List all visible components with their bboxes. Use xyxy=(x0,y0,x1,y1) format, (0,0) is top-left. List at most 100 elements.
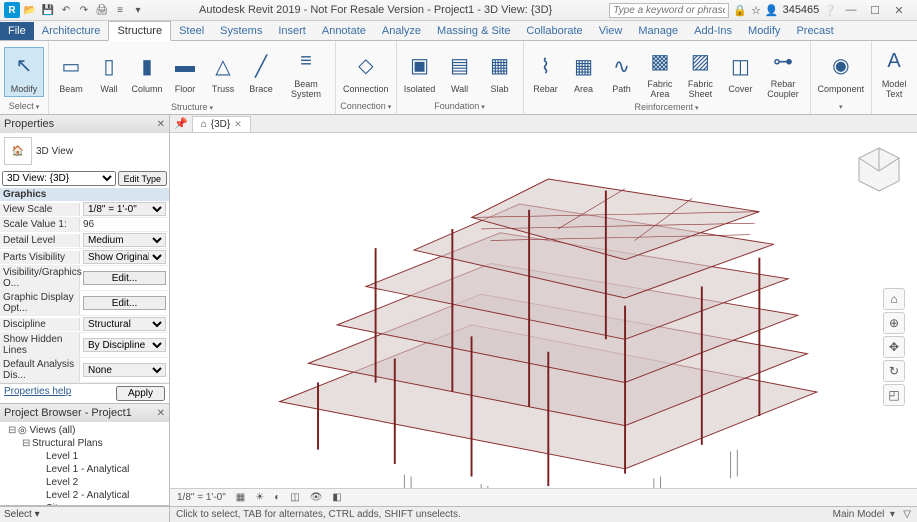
print-icon[interactable]: 🖨 xyxy=(94,2,110,18)
properties-help-link[interactable]: Properties help xyxy=(4,386,71,401)
tree-item-level-2-analytical[interactable]: Level 2 - Analytical xyxy=(0,489,169,502)
redo-icon[interactable]: ↷ xyxy=(76,2,92,18)
tab-collaborate[interactable]: Collaborate xyxy=(518,22,590,40)
rebar-button[interactable]: ⌇Rebar xyxy=(528,48,564,96)
nav-tool[interactable]: ◰ xyxy=(883,384,905,406)
group-label[interactable]: Select xyxy=(4,100,44,112)
tab-view[interactable]: View xyxy=(591,22,631,40)
beam-system-button[interactable]: ≡Beam System xyxy=(281,43,331,101)
nav-tool[interactable]: ⌂ xyxy=(883,288,905,310)
prop-select[interactable]: Structural xyxy=(83,317,166,331)
tree-item-level-2[interactable]: Level 2 xyxy=(0,476,169,489)
tab-steel[interactable]: Steel xyxy=(171,22,212,40)
wall-button[interactable]: ▯Wall xyxy=(91,48,127,96)
undo-icon[interactable]: ↶ xyxy=(58,2,74,18)
prop-select[interactable]: 1/8" = 1'-0" xyxy=(83,202,166,216)
connection-button[interactable]: ◇Connection xyxy=(340,48,392,96)
pin-icon[interactable]: 📌 xyxy=(170,117,192,130)
save-icon[interactable]: 💾 xyxy=(40,2,56,18)
model-graphics-icon[interactable]: ▦ xyxy=(233,492,248,503)
user-icon[interactable]: 👤 xyxy=(765,4,779,17)
rebar-coupler-button[interactable]: ⊶Rebar Coupler xyxy=(760,43,805,101)
tree-twisty-icon[interactable]: ⊟ xyxy=(22,438,32,449)
tab-precast[interactable]: Precast xyxy=(788,22,841,40)
apply-button[interactable]: Apply xyxy=(116,386,165,401)
tab-manage[interactable]: Manage xyxy=(630,22,686,40)
close-tab-icon[interactable]: ✕ xyxy=(234,119,242,130)
brace-button[interactable]: ╱Brace xyxy=(243,48,279,96)
tree-item-site[interactable]: Site xyxy=(0,502,169,505)
group-label[interactable]: Foundation xyxy=(401,100,519,112)
path-button[interactable]: ∿Path xyxy=(604,48,640,96)
help-icon[interactable]: ❔ xyxy=(823,4,837,17)
slab-button[interactable]: ▦Slab xyxy=(481,48,519,96)
close-icon[interactable]: ✕ xyxy=(157,119,165,130)
view-cube[interactable] xyxy=(852,143,907,198)
worksets-dropdown[interactable]: Main Model xyxy=(833,509,885,520)
info-center-icon[interactable]: 🔒 xyxy=(733,4,747,17)
revit-logo-icon[interactable]: R xyxy=(4,2,20,18)
select-pulldown[interactable]: Select ▾ xyxy=(0,506,170,522)
prop-edit-button[interactable]: Edit... xyxy=(83,296,166,310)
prop-select[interactable]: Show Original xyxy=(83,250,166,264)
group-label[interactable]: Reinforcement xyxy=(528,101,806,113)
tab-annotate[interactable]: Annotate xyxy=(314,22,374,40)
group-label[interactable]: Connection xyxy=(340,100,392,112)
group-label[interactable]: Model xyxy=(876,101,917,113)
view-tab-3d[interactable]: ⌂ {3D} ✕ xyxy=(192,116,251,132)
tree-twisty-icon[interactable]: ⊟ xyxy=(8,425,18,436)
model-text-button[interactable]: AModel Text xyxy=(876,43,912,101)
reveal-icon[interactable]: ◧ xyxy=(329,492,344,503)
close-button[interactable]: ✕ xyxy=(889,3,909,18)
type-selector[interactable]: 🏠 3D View xyxy=(0,133,169,169)
tab-architecture[interactable]: Architecture xyxy=(34,22,109,40)
edit-type-button[interactable]: Edit Type xyxy=(118,171,167,186)
tab-massing-site[interactable]: Massing & Site xyxy=(429,22,518,40)
truss-button[interactable]: △Truss xyxy=(205,48,241,96)
tab-file[interactable]: File xyxy=(0,22,34,40)
isolated-button[interactable]: ▣Isolated xyxy=(401,48,439,96)
prop-select[interactable]: Medium xyxy=(83,233,166,247)
prop-select[interactable]: None xyxy=(83,363,166,377)
fabric-sheet-button[interactable]: ▨Fabric Sheet xyxy=(680,43,720,101)
tab-add-ins[interactable]: Add-Ins xyxy=(686,22,740,40)
component-button[interactable]: ◉Component xyxy=(815,48,868,96)
tab-systems[interactable]: Systems xyxy=(212,22,270,40)
nav-tool[interactable]: ⊕ xyxy=(883,312,905,334)
3d-canvas[interactable]: ⌂⊕✥↻◰ xyxy=(170,133,917,488)
modify-button[interactable]: ↖Modify xyxy=(4,47,44,97)
crop-icon[interactable]: ◫ xyxy=(287,492,302,503)
floor-button[interactable]: ▬Floor xyxy=(167,48,203,96)
group-label[interactable] xyxy=(815,100,868,112)
prop-select[interactable]: By Discipline xyxy=(83,338,166,352)
cover-button[interactable]: ◫Cover xyxy=(722,48,758,96)
nav-tool[interactable]: ↻ xyxy=(883,360,905,382)
tab-insert[interactable]: Insert xyxy=(270,22,314,40)
tree-item-level-1[interactable]: Level 1 xyxy=(0,450,169,463)
sun-path-icon[interactable]: ☀ xyxy=(252,492,267,503)
fabric-area-button[interactable]: ▩Fabric Area xyxy=(642,43,679,101)
shadow-icon[interactable]: ◐ xyxy=(271,492,283,503)
wall-button[interactable]: ▤Wall xyxy=(441,48,479,96)
nav-tool[interactable]: ✥ xyxy=(883,336,905,358)
project-browser-header[interactable]: Project Browser - Project1 ✕ xyxy=(0,404,169,422)
search-input[interactable] xyxy=(609,3,729,18)
hide-icon[interactable]: 👁 xyxy=(307,492,326,503)
beam-button[interactable]: ▭Beam xyxy=(53,48,89,96)
tree-item-views-all-[interactable]: ⊟◎ Views (all) xyxy=(0,424,169,437)
tab-structure[interactable]: Structure xyxy=(108,21,171,41)
instance-selector[interactable]: 3D View: {3D} xyxy=(2,171,116,186)
graphics-section[interactable]: Graphics xyxy=(0,188,169,201)
properties-header[interactable]: Properties ✕ xyxy=(0,115,169,133)
tree-item-structural-plans[interactable]: ⊟Structural Plans xyxy=(0,437,169,450)
signin-icon[interactable]: ☆ xyxy=(751,4,761,17)
filter-icon[interactable]: ▽ xyxy=(903,509,911,520)
maximize-button[interactable]: ☐ xyxy=(865,3,885,18)
prop-edit-button[interactable]: Edit... xyxy=(83,271,166,285)
close-icon[interactable]: ✕ xyxy=(157,408,165,419)
tree-item-level-1-analytical[interactable]: Level 1 - Analytical xyxy=(0,463,169,476)
dropdown-icon[interactable]: ▾ xyxy=(130,2,146,18)
scale-display[interactable]: 1/8" = 1'-0" xyxy=(174,492,229,503)
open-icon[interactable]: 📂 xyxy=(22,2,38,18)
column-button[interactable]: ▮Column xyxy=(129,48,165,96)
